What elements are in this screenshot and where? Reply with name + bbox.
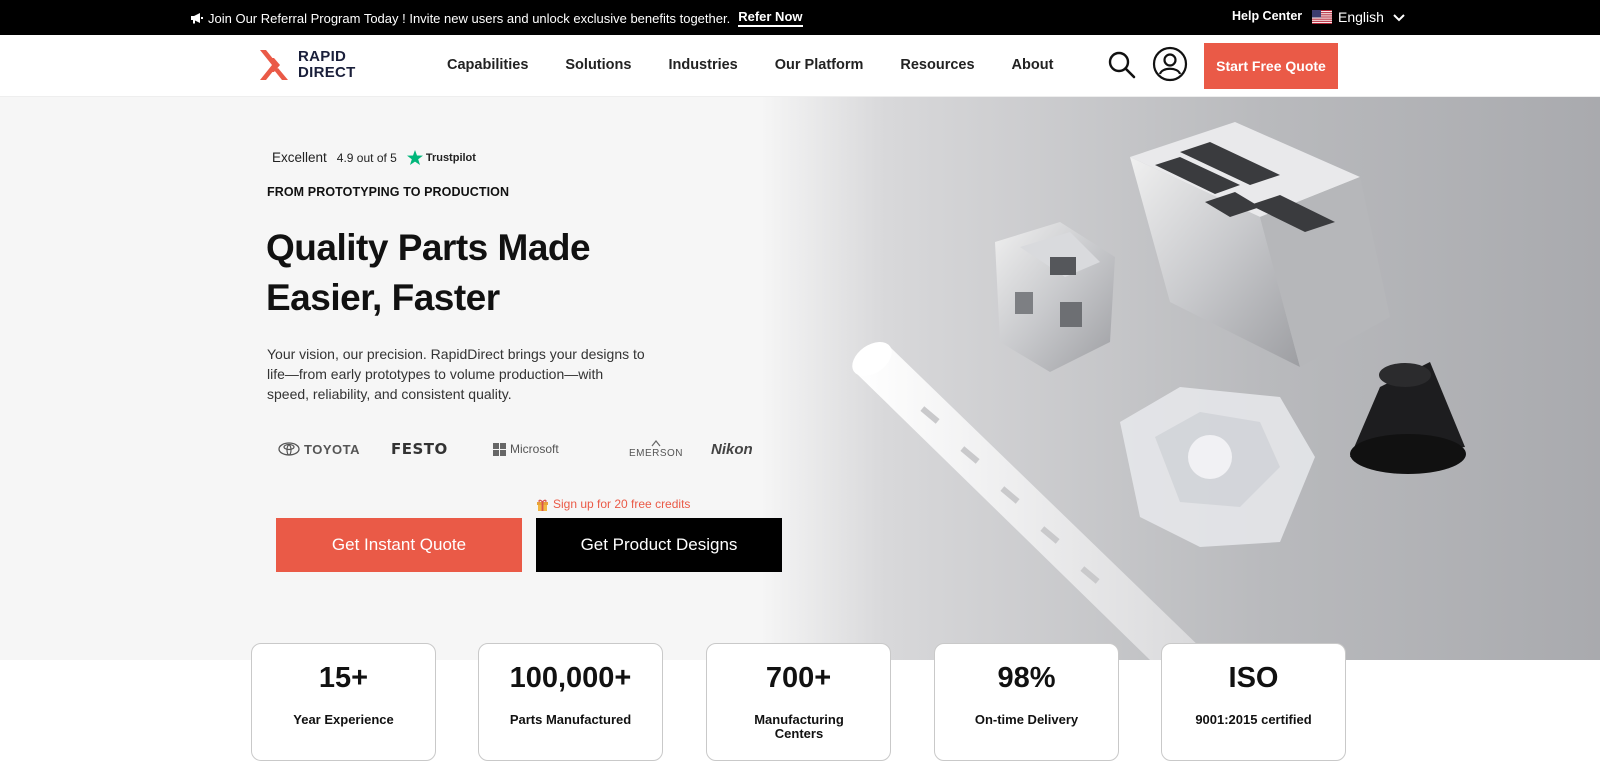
rating-score: 4.9 out of 5 xyxy=(336,150,397,165)
refer-now-link[interactable]: Refer Now xyxy=(738,9,803,27)
stat-label: On-time Delivery xyxy=(974,712,1079,727)
language-label: English xyxy=(1338,9,1384,25)
nikon-text: Nikon xyxy=(711,440,753,458)
festo-text: FESTO xyxy=(391,440,448,458)
stat-value: 15+ xyxy=(318,662,369,694)
festo-logo: FESTO xyxy=(391,437,493,461)
get-instant-quote-button[interactable]: Get Instant Quote xyxy=(276,518,522,572)
gift-icon xyxy=(537,499,548,511)
nikon-logo: Nikon xyxy=(711,437,771,461)
hero-headline: Quality Parts Made Easier, Faster xyxy=(266,227,591,318)
free-credits-note[interactable]: Sign up for 20 free credits xyxy=(536,497,690,511)
stat-card: 98% On-time Delivery xyxy=(934,643,1119,761)
nav-item-our-platform[interactable]: Our Platform xyxy=(775,57,864,73)
stat-card: 700+ Manufacturing Centers xyxy=(706,643,891,761)
stat-label: Year Experience xyxy=(293,712,394,727)
announcement-text: Join Our Referral Program Today ! Invite… xyxy=(208,10,731,26)
brand-name: RAPID DIRECT xyxy=(298,49,356,81)
stat-value: ISO xyxy=(1228,662,1279,694)
nav-item-about[interactable]: About xyxy=(1012,57,1054,73)
stat-label: 9001:2015 certified xyxy=(1195,712,1312,727)
nav-item-solutions[interactable]: Solutions xyxy=(565,57,631,73)
stat-value: 100,000+ xyxy=(509,662,632,694)
primary-menu: Capabilities Solutions Industries Our Pl… xyxy=(447,57,1053,73)
toyota-text: TOYOTA xyxy=(304,441,360,457)
chevron-down-icon xyxy=(1393,14,1405,22)
nav-item-industries[interactable]: Industries xyxy=(668,57,737,73)
hero-eyebrow: FROM PROTOTYPING TO PRODUCTION xyxy=(267,185,510,199)
stat-card: ISO 9001:2015 certified xyxy=(1161,643,1346,761)
emerson-logo: EMERSON xyxy=(601,437,711,461)
trustpilot-rating[interactable]: Excellent 4.9 out of 5 Trustpilot xyxy=(272,150,476,165)
hero-description: Your vision, our precision. RapidDirect … xyxy=(267,346,645,402)
emerson-mark-icon xyxy=(651,439,661,446)
client-logos: TOYOTA FESTO Microsoft EMERSON Nikon xyxy=(278,437,771,461)
brand-line-2: DIRECT xyxy=(298,64,356,81)
trustpilot-badge: Trustpilot xyxy=(406,150,476,165)
microsoft-logo: Microsoft xyxy=(493,437,601,461)
announcement: Join Our Referral Program Today ! Invite… xyxy=(190,9,803,27)
credits-text: Sign up for 20 free credits xyxy=(553,497,691,511)
help-center-link[interactable]: Help Center xyxy=(1232,9,1302,23)
nav-item-resources[interactable]: Resources xyxy=(900,57,974,73)
stat-label: Parts Manufactured xyxy=(509,712,632,727)
logo-mark-icon xyxy=(260,50,288,80)
main-nav: RAPID DIRECT Capabilities Solutions Indu… xyxy=(0,35,1600,97)
stat-card: 15+ Year Experience xyxy=(251,643,436,761)
hero-section: Excellent 4.9 out of 5 Trustpilot FROM P… xyxy=(0,97,1600,660)
nav-item-capabilities[interactable]: Capabilities xyxy=(447,57,528,73)
hero-product-image xyxy=(760,97,1600,660)
stat-value: 700+ xyxy=(765,662,832,694)
language-selector[interactable]: English xyxy=(1312,8,1408,26)
search-icon[interactable] xyxy=(1107,50,1137,80)
stat-label: Manufacturing Centers xyxy=(754,712,844,741)
start-free-quote-button[interactable]: Start Free Quote xyxy=(1204,43,1338,89)
user-account-icon[interactable] xyxy=(1152,46,1188,82)
brand-line-1: RAPID xyxy=(298,48,347,65)
stat-value: 98% xyxy=(997,662,1056,694)
star-icon xyxy=(406,150,423,165)
rating-word: Excellent xyxy=(272,150,327,165)
trustpilot-label: Trustpilot xyxy=(425,151,476,164)
announcement-bar: Join Our Referral Program Today ! Invite… xyxy=(0,0,1600,35)
get-product-designs-button[interactable]: Get Product Designs xyxy=(536,518,782,572)
microsoft-grid-icon xyxy=(493,442,506,456)
rapiddirect-logo[interactable]: RAPID DIRECT xyxy=(258,48,356,82)
megaphone-icon xyxy=(191,13,203,24)
microsoft-text: Microsoft xyxy=(510,442,559,456)
stat-card: 100,000+ Parts Manufactured xyxy=(478,643,663,761)
toyota-emblem-icon xyxy=(278,442,300,456)
us-flag-icon xyxy=(1312,10,1332,24)
emerson-text: EMERSON xyxy=(628,447,684,459)
toyota-logo: TOYOTA xyxy=(278,437,391,461)
